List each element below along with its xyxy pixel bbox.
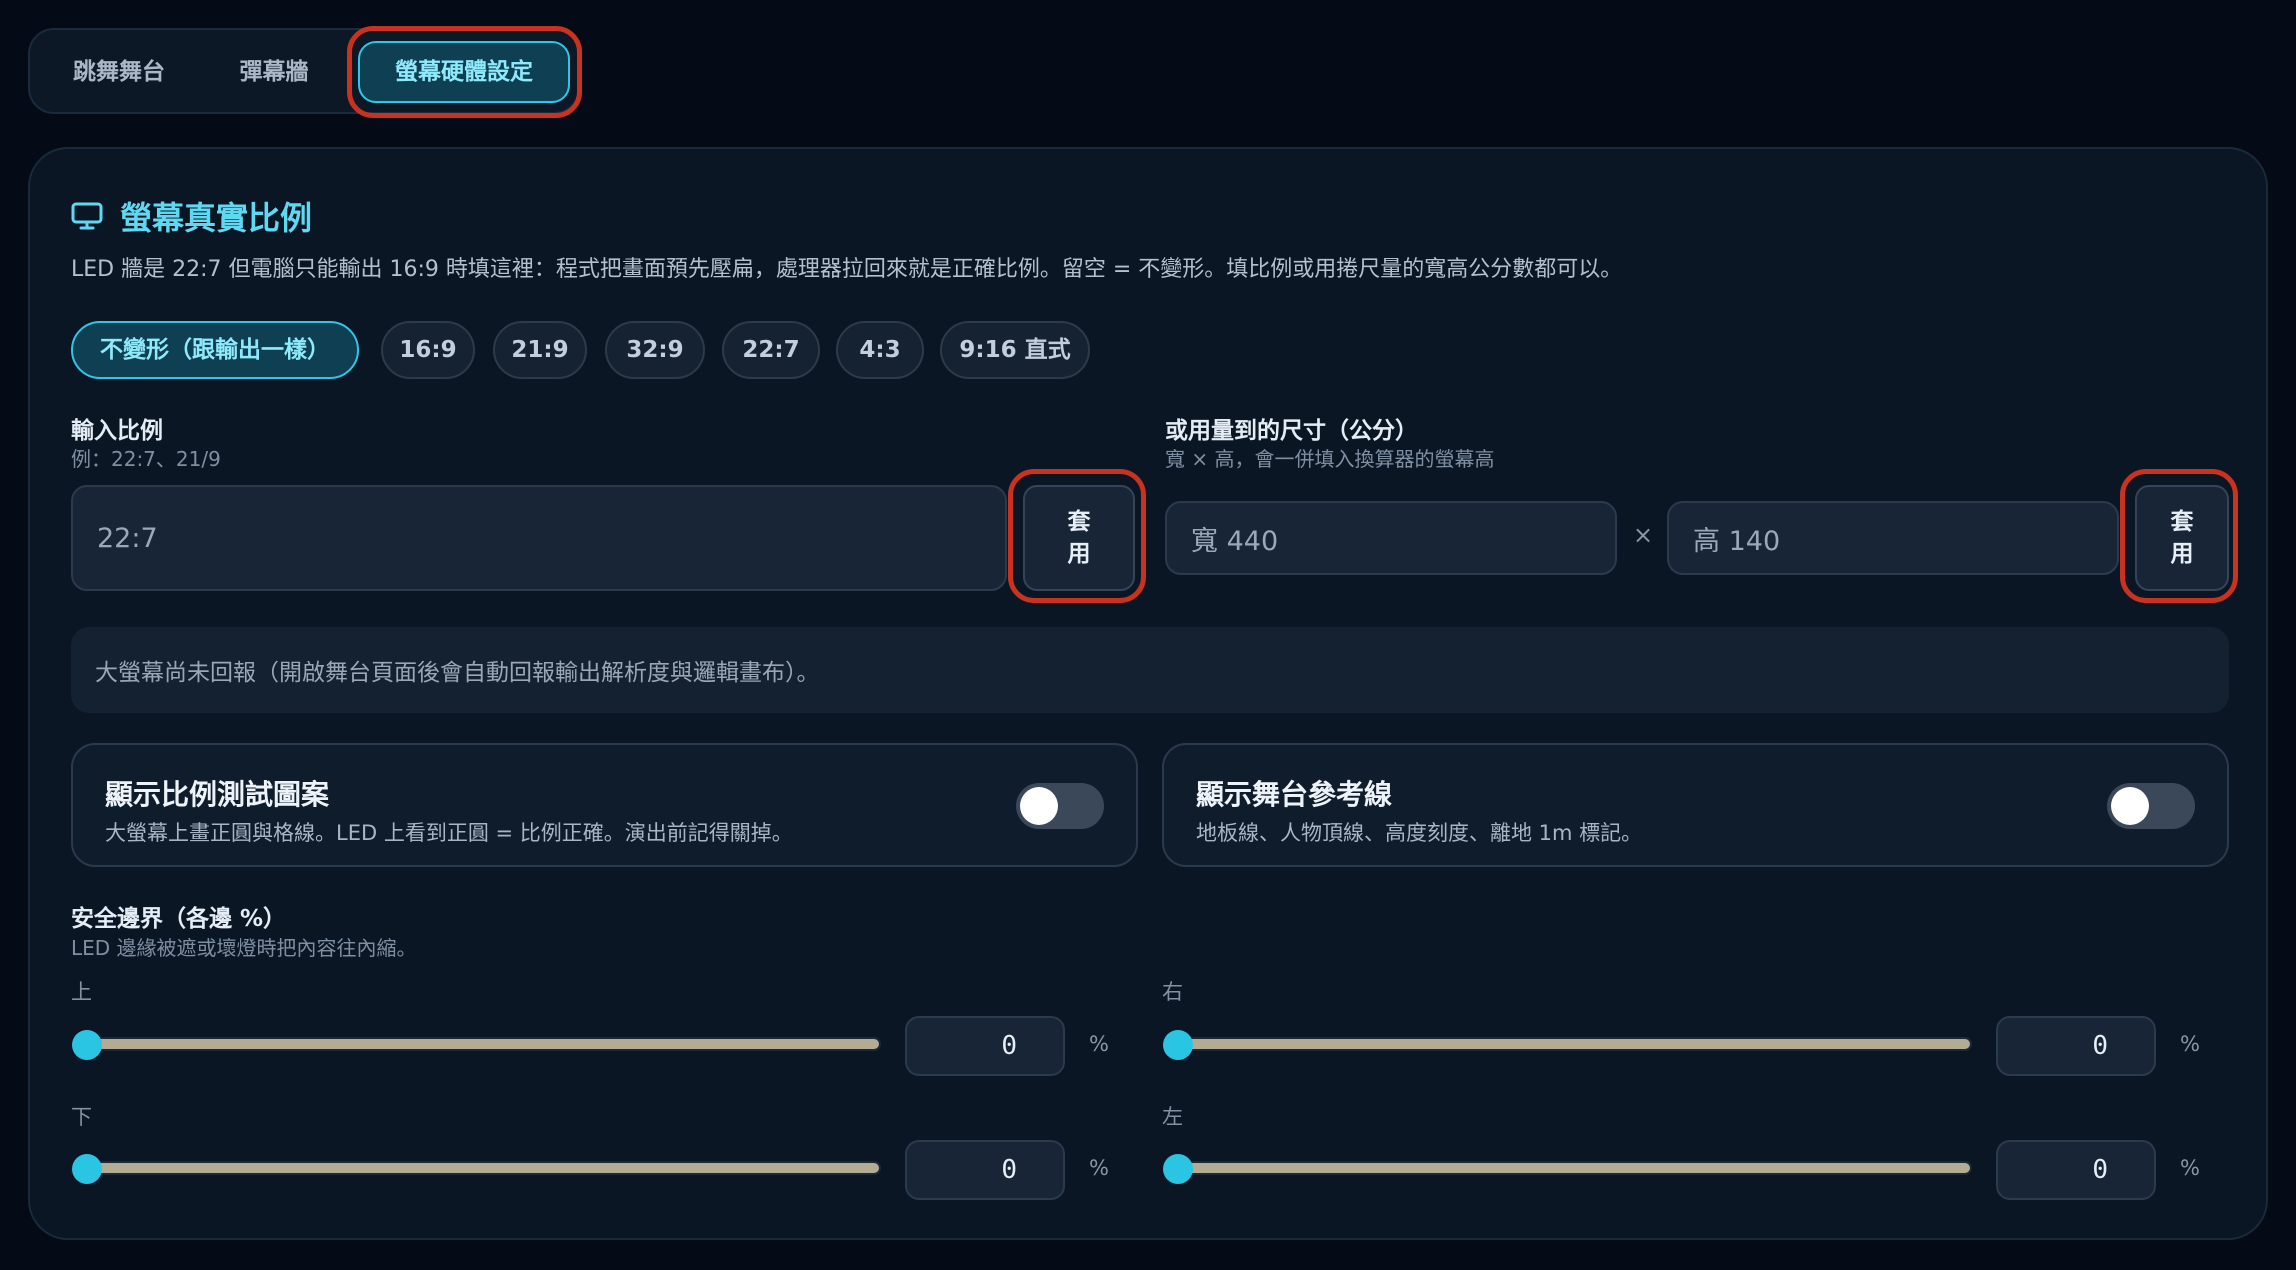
margin-right-slider[interactable] [1168,1037,1972,1051]
width-cm-input[interactable]: 寬 440 [1165,501,1617,575]
preset-9-16-vertical[interactable]: 9:16 直式 [940,321,1090,379]
test-pattern-description: 大螢幕上畫正圓與格線。LED 上看到正圓 = 比例正確。演出前記得關掉。 [105,821,793,845]
tab-screen-hardware[interactable]: 螢幕硬體設定 [358,41,570,103]
section-title: 螢幕真實比例 [120,199,313,237]
preset-32-9[interactable]: 32:9 [605,321,705,379]
margin-bottom-unit: % [1089,1156,1109,1180]
stage-guides-toggle[interactable] [2107,783,2195,829]
toggle-knob [2111,787,2149,825]
tab-dance-stage[interactable]: 跳舞舞台 [44,41,194,103]
test-pattern-title: 顯示比例測試圖案 [105,778,330,811]
height-cm-input[interactable]: 高 140 [1667,501,2119,575]
apply-ratio-label-1: 套 [1067,509,1091,535]
safe-area-hint: LED 邊緣被遮或壞燈時把內容往內縮。 [71,936,417,960]
tab-bar: 跳舞舞台 彈幕牆 螢幕硬體設定 [28,28,580,114]
stage-guides-card: 顯示舞台參考線 地板線、人物頂線、高度刻度、離地 1m 標記。 [1162,743,2229,867]
ratio-input-hint: 例：22:7、21/9 [71,447,221,471]
margin-top-slider[interactable] [77,1037,881,1051]
margin-left-input[interactable]: 0 [1996,1140,2156,1200]
stage-guides-title: 顯示舞台參考線 [1196,778,1393,811]
preset-4-3[interactable]: 4:3 [836,321,924,379]
toggle-knob [1020,787,1058,825]
apply-size-label-1: 套 [2170,509,2194,535]
screen-status-notice: 大螢幕尚未回報（開啟舞台頁面後會自動回報輸出解析度與邏輯畫布）。 [71,627,2229,713]
margin-bottom-input[interactable]: 0 [905,1140,1065,1200]
test-pattern-card: 顯示比例測試圖案 大螢幕上畫正圓與格線。LED 上看到正圓 = 比例正確。演出前… [71,743,1138,867]
size-input-label: 或用量到的尺寸（公分） [1165,418,1418,444]
margin-bottom-label: 下 [71,1105,92,1129]
stage-guides-description: 地板線、人物頂線、高度刻度、離地 1m 標記。 [1196,821,1643,845]
preset-16-9[interactable]: 16:9 [381,321,475,379]
margin-right-unit: % [2180,1032,2200,1056]
width-cm-value: 寬 440 [1191,525,1279,557]
margin-left-slider-thumb[interactable] [1163,1154,1193,1184]
safe-area-label: 安全邊界（各邊 %） [71,906,287,932]
ratio-input-label: 輸入比例 [71,418,163,444]
margin-left-unit: % [2180,1156,2200,1180]
tab-danmaku-wall[interactable]: 彈幕牆 [202,41,346,103]
margin-top-slider-thumb[interactable] [72,1030,102,1060]
test-pattern-toggle[interactable] [1016,783,1104,829]
ratio-input-value: 22:7 [97,522,158,554]
margin-top-input[interactable]: 0 [905,1016,1065,1076]
apply-size-button[interactable]: 套 用 [2135,485,2229,591]
margin-right-label: 右 [1162,980,1183,1004]
screen-settings-panel: 螢幕真實比例 LED 牆是 22:7 但電腦只能輸出 16:9 時填這裡：程式把… [28,147,2268,1240]
apply-ratio-label-2: 用 [1067,541,1091,567]
apply-size-label-2: 用 [2170,541,2194,567]
margin-left-label: 左 [1162,1105,1183,1129]
margin-left-slider[interactable] [1168,1161,1972,1175]
margin-right-slider-thumb[interactable] [1163,1030,1193,1060]
size-input-hint: 寬 × 高，會一併填入換算器的螢幕高 [1165,447,1495,471]
margin-top-label: 上 [71,980,92,1004]
margin-right-input[interactable]: 0 [1996,1016,2156,1076]
margin-bottom-slider-thumb[interactable] [72,1154,102,1184]
monitor-icon [71,201,103,231]
times-sign: × [1633,521,1654,549]
margin-top-unit: % [1089,1032,1109,1056]
height-cm-value: 高 140 [1693,525,1781,557]
preset-22-7[interactable]: 22:7 [722,321,820,379]
ratio-input[interactable]: 22:7 [71,485,1007,591]
preset-no-distortion[interactable]: 不變形（跟輸出一樣） [71,321,359,379]
apply-ratio-button[interactable]: 套 用 [1023,485,1135,591]
margin-bottom-slider[interactable] [77,1161,881,1175]
section-description: LED 牆是 22:7 但電腦只能輸出 16:9 時填這裡：程式把畫面預先壓扁，… [71,257,1623,282]
preset-21-9[interactable]: 21:9 [493,321,587,379]
